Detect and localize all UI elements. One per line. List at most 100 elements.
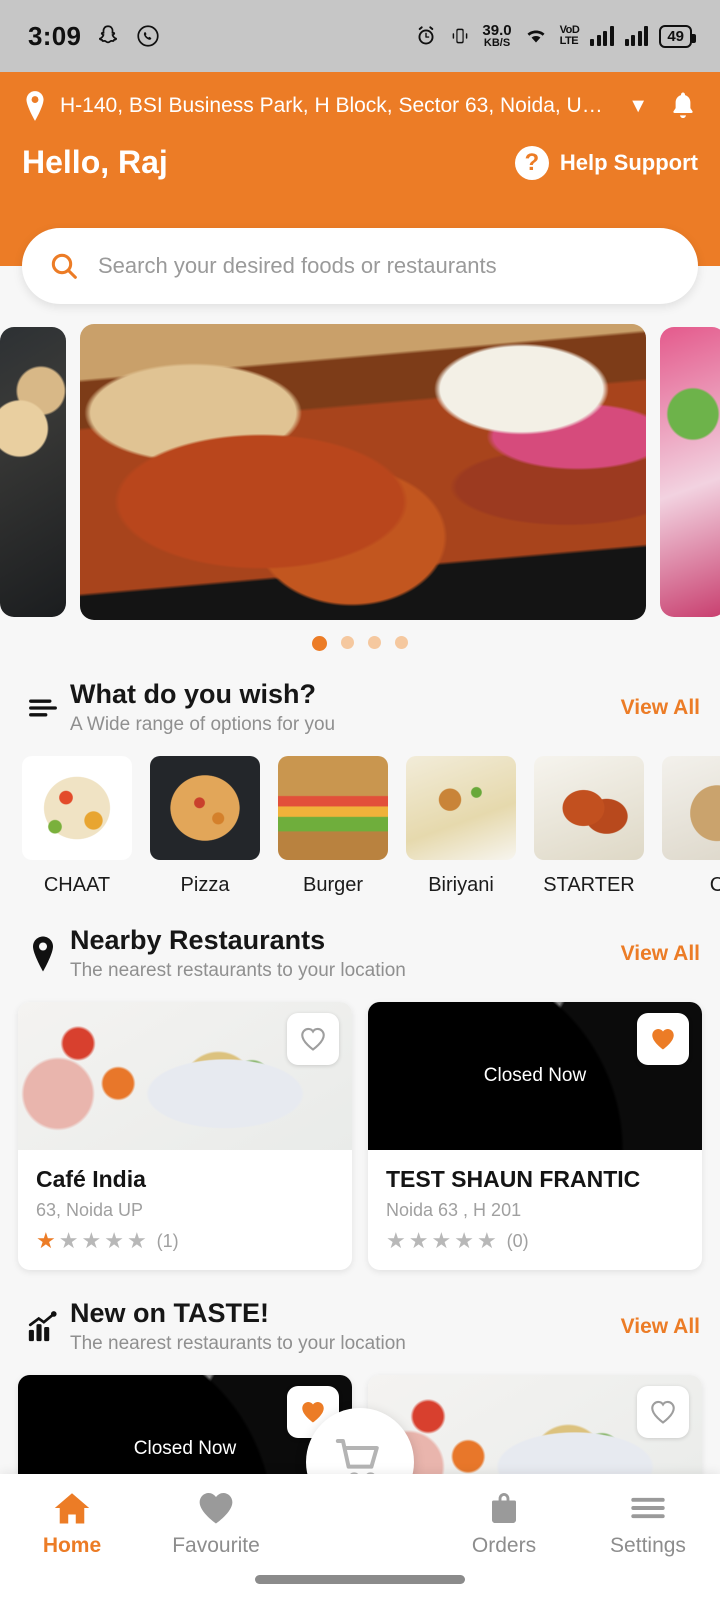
rating-row: ★ ★ ★ ★ ★ (1): [36, 1230, 334, 1252]
category-item[interactable]: C: [662, 756, 720, 897]
restaurant-address: 63, Noida UP: [36, 1200, 144, 1220]
search-input[interactable]: [98, 253, 672, 279]
vibrate-icon: [453, 28, 468, 44]
heart-outline-icon: [651, 1400, 675, 1424]
delivery-address: H-140, BSI Business Park, H Block, Secto…: [60, 94, 609, 117]
wish-section-header: What do you wish? A Wide range of option…: [0, 679, 720, 736]
favourite-toggle[interactable]: [637, 1386, 689, 1438]
star-icon: ★: [386, 1228, 406, 1253]
carousel-dot-4[interactable]: [395, 636, 408, 649]
nav-label-home: Home: [42, 1534, 102, 1557]
heart-filled-icon: [652, 1028, 674, 1050]
star-icon: ★: [81, 1228, 102, 1253]
new-section-title: New on TASTE!: [70, 1298, 269, 1328]
restaurant-card[interactable]: Closed Now TEST SHAUN FRANTIC Noida 63 ,…: [368, 1002, 702, 1270]
restaurant-image: Closed Now: [368, 1002, 702, 1150]
bag-icon: [492, 1493, 516, 1523]
restaurant-name: Café India: [36, 1166, 146, 1192]
nearby-section-subtitle: The nearest restaurants to your location: [70, 960, 406, 981]
star-icon: ★: [104, 1228, 124, 1253]
menu-lines-icon: [20, 693, 66, 723]
category-item[interactable]: Biriyani: [406, 756, 516, 897]
menu-icon: [631, 1497, 665, 1519]
star-icon: ★: [58, 1228, 79, 1253]
app-header: H-140, BSI Business Park, H Block, Secto…: [0, 72, 720, 304]
star-icon: ★: [476, 1228, 497, 1253]
rating-row: ★ ★ ★ ★ ★ (0): [386, 1230, 684, 1252]
chaat-image: [22, 756, 132, 860]
nearby-section-title: Nearby Restaurants: [70, 925, 326, 955]
closed-badge: Closed Now: [133, 1438, 237, 1459]
question-mark-icon: ?: [514, 145, 549, 180]
category-label: Burger: [302, 874, 364, 896]
cake-image: [662, 756, 720, 860]
category-list[interactable]: CHAAT Pizza Burger Biriyani STARTER C: [0, 756, 720, 897]
nav-label-favourite: Favourite: [172, 1534, 260, 1557]
star-icon: ★: [454, 1228, 474, 1253]
category-label: C: [709, 874, 720, 896]
review-count: (0): [506, 1230, 529, 1251]
nav-item-orders[interactable]: Orders: [432, 1490, 576, 1558]
restaurant-card[interactable]: Café India 63, Noida UP ★ ★ ★ ★ ★ (1): [18, 1002, 352, 1270]
new-section-header: New on TASTE! The nearest restaurants to…: [0, 1298, 720, 1355]
category-label: Biriyani: [428, 874, 494, 896]
nav-item-home[interactable]: Home: [0, 1490, 144, 1558]
new-section-subtitle: The nearest restaurants to your location: [70, 1333, 406, 1354]
chevron-down-icon[interactable]: ▼: [620, 95, 656, 118]
carousel-slide-prev[interactable]: [0, 327, 66, 617]
category-item[interactable]: Pizza: [150, 756, 260, 897]
carousel-dots: [0, 636, 720, 651]
restaurant-image: [18, 1002, 352, 1150]
nearby-view-all-link[interactable]: View All: [621, 942, 700, 966]
new-view-all-link[interactable]: View All: [621, 1315, 700, 1339]
carousel-slide-next[interactable]: [660, 327, 720, 617]
address-row[interactable]: H-140, BSI Business Park, H Block, Secto…: [22, 90, 698, 122]
closed-badge: Closed Now: [483, 1065, 587, 1086]
home-indicator: [255, 1575, 465, 1584]
whatsapp-icon: [137, 25, 159, 47]
star-icon: ★: [36, 1228, 56, 1253]
wish-view-all-link[interactable]: View All: [621, 696, 700, 720]
pizza-image: [150, 756, 260, 860]
carousel-dot-2[interactable]: [341, 636, 354, 649]
favourite-toggle[interactable]: [637, 1013, 689, 1065]
status-time: 3:09: [28, 20, 82, 51]
status-bar: 3:09 39.0 KB/S VoD LTE 49: [0, 0, 720, 72]
location-pin-icon: [20, 935, 66, 973]
star-icon: ★: [431, 1228, 452, 1253]
biriyani-image: [406, 756, 516, 860]
battery-icon: 49: [659, 24, 696, 48]
restaurant-name: TEST SHAUN FRANTIC: [386, 1166, 641, 1192]
nav-item-settings[interactable]: Settings: [576, 1490, 720, 1558]
signal-icon-2: [624, 26, 649, 46]
category-item[interactable]: CHAAT: [22, 756, 132, 897]
nearby-section-header: Nearby Restaurants The nearest restauran…: [0, 925, 720, 982]
star-icon: ★: [408, 1228, 429, 1253]
wifi-icon: [527, 30, 545, 43]
nav-label-orders: Orders: [471, 1534, 537, 1557]
network-speed: 39.0 KB/S: [482, 22, 512, 49]
search-bar[interactable]: [22, 228, 698, 304]
wish-section-title: What do you wish?: [70, 679, 316, 709]
heart-outline-icon: [301, 1027, 325, 1051]
carousel-dot-1[interactable]: [312, 636, 327, 651]
search-icon: [51, 253, 77, 279]
review-count: (1): [156, 1230, 179, 1251]
carousel-slide-active[interactable]: [80, 324, 646, 620]
signal-icon-1: [590, 26, 614, 46]
bell-icon[interactable]: [668, 90, 698, 122]
favourite-toggle[interactable]: [287, 1013, 339, 1065]
heart-icon: [199, 1492, 233, 1524]
snapchat-icon: [99, 25, 118, 44]
promo-carousel[interactable]: [0, 324, 720, 620]
help-support-button[interactable]: ? Help Support: [514, 145, 698, 180]
greeting-text: Hello, Raj: [22, 144, 168, 180]
category-label: Pizza: [180, 874, 230, 896]
carousel-dot-3[interactable]: [368, 636, 381, 649]
category-label: STARTER: [543, 874, 635, 896]
category-item[interactable]: STARTER: [534, 756, 644, 897]
nav-item-favourite[interactable]: Favourite: [144, 1490, 288, 1558]
home-icon: [54, 1493, 90, 1524]
star-icon: ★: [126, 1228, 147, 1253]
category-item[interactable]: Burger: [278, 756, 388, 897]
